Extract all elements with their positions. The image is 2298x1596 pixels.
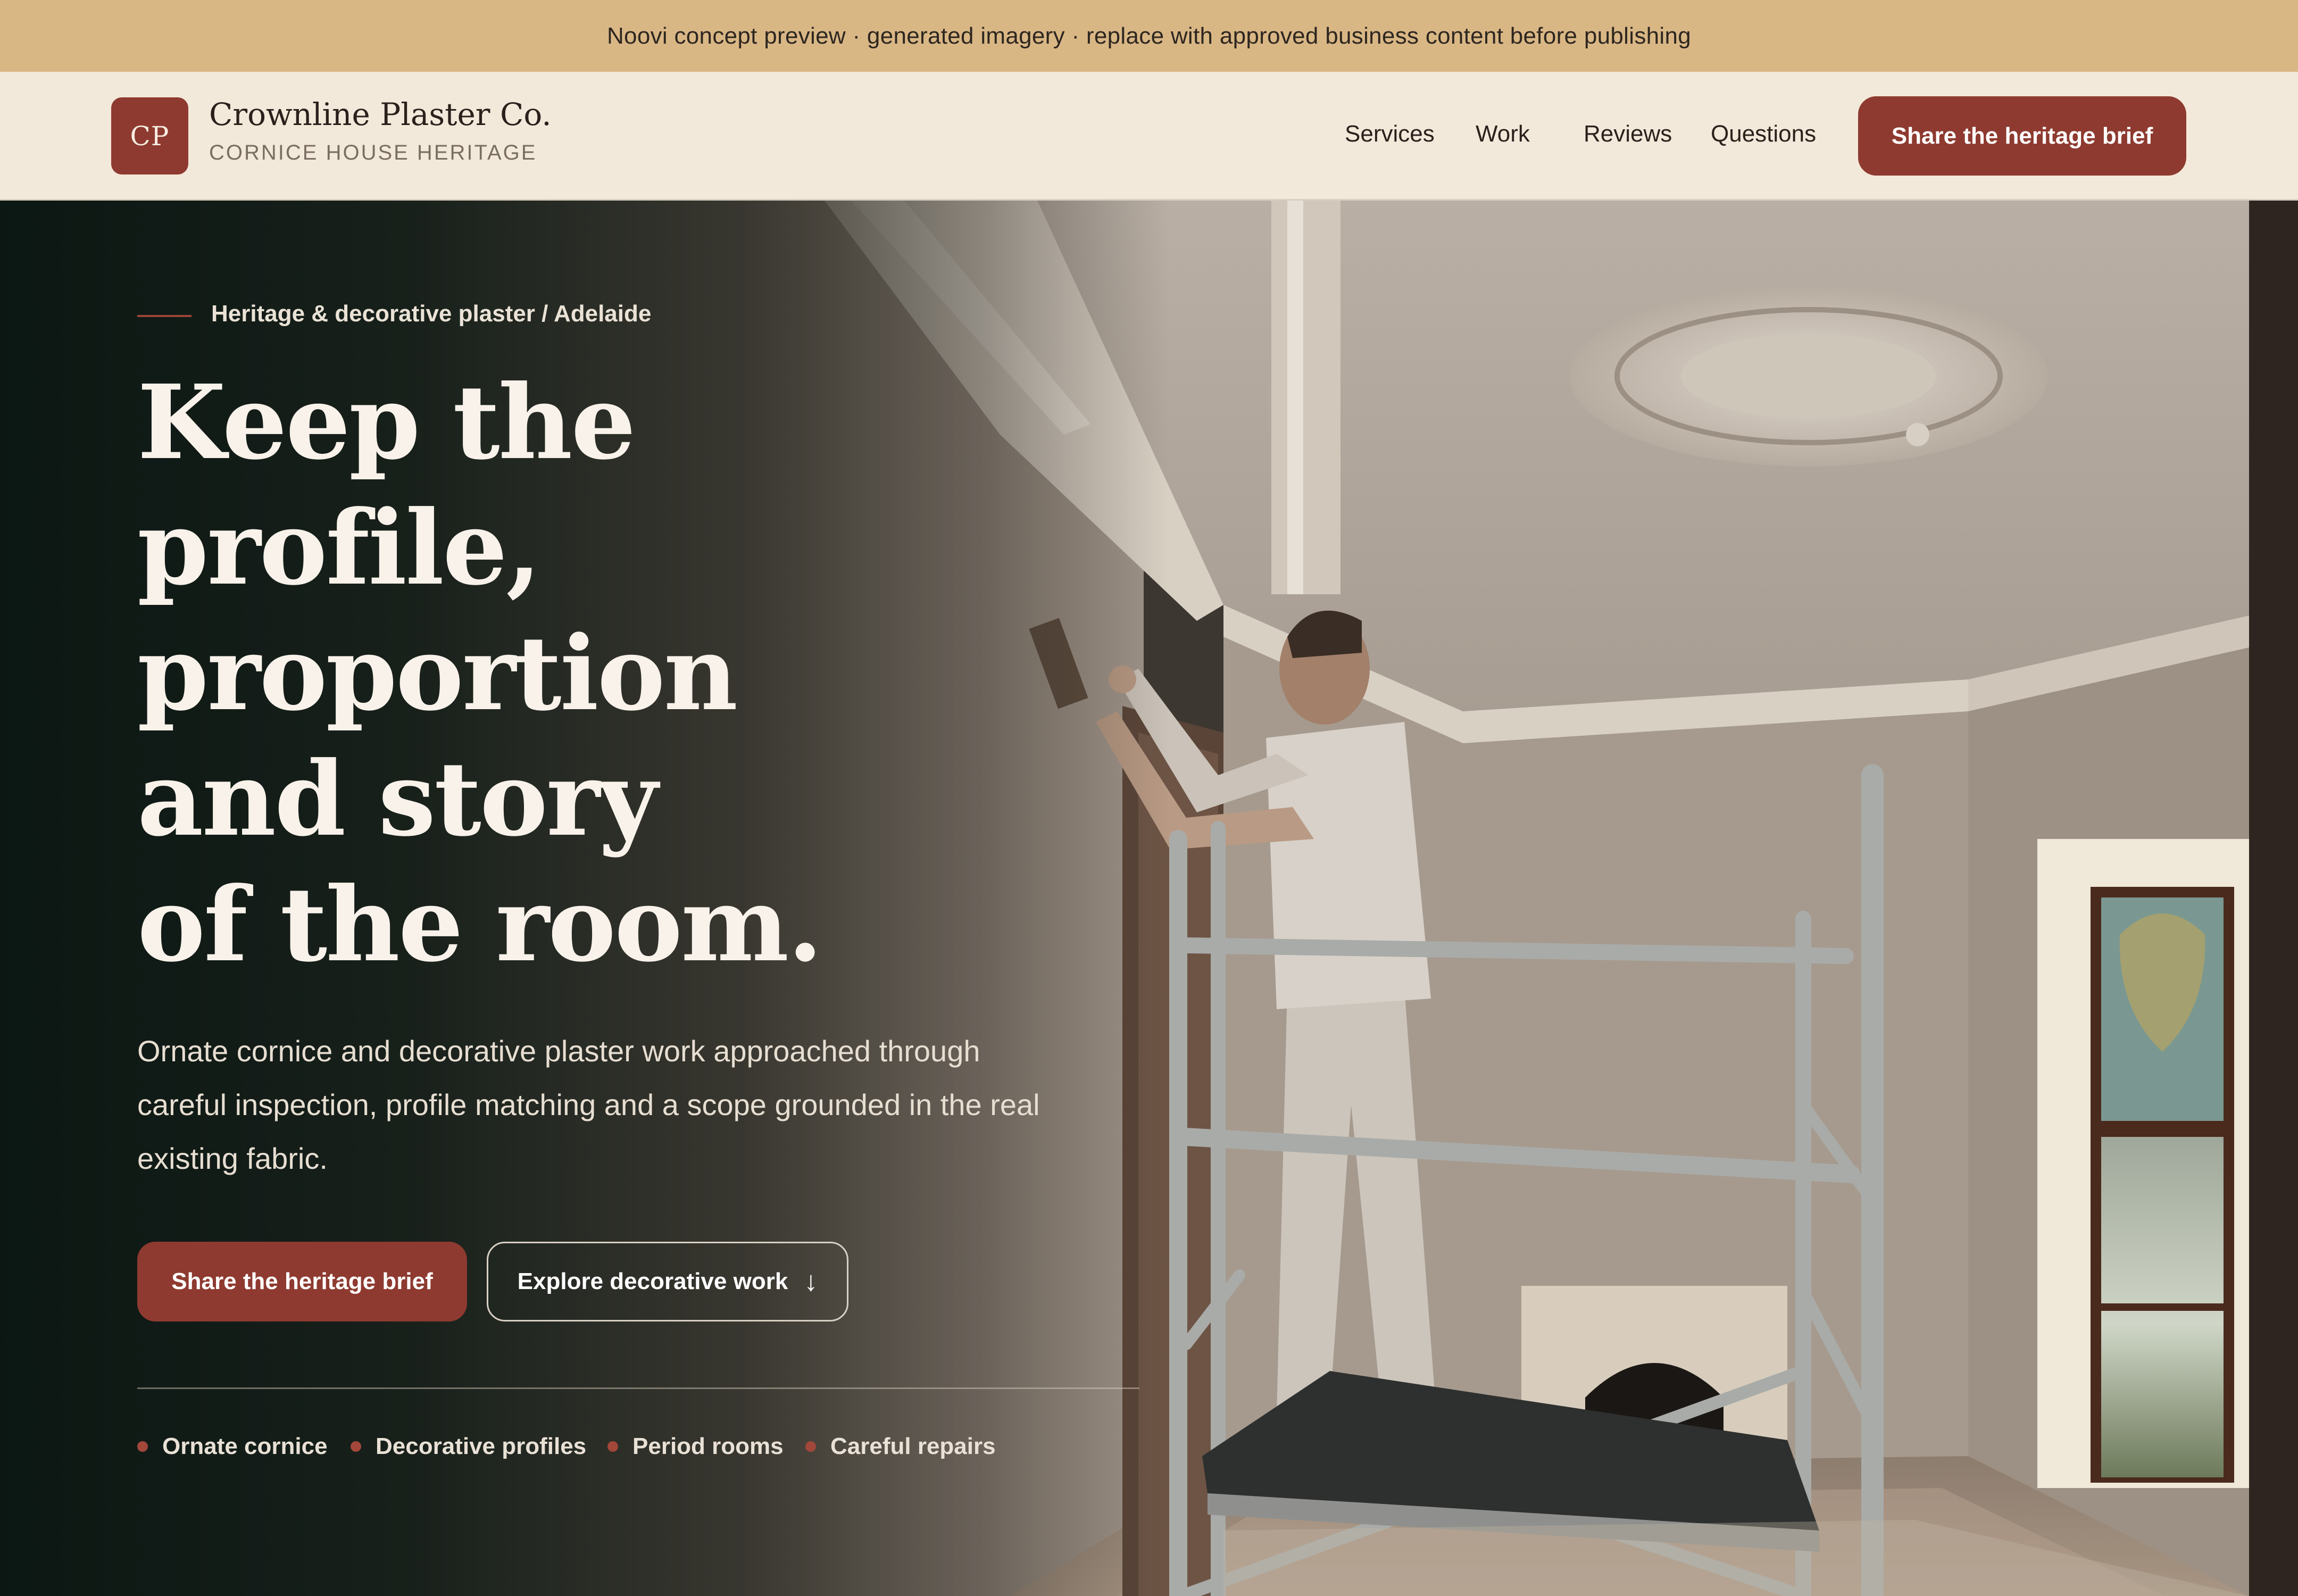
lead-line: careful inspection, profile matching and… [137, 1088, 1040, 1121]
service-tag-label: Ornate cornice [162, 1433, 328, 1459]
headline-line: proportion [137, 614, 738, 734]
headline-line: profile, [137, 488, 542, 608]
nav-link-reviews[interactable]: Reviews [1584, 121, 1672, 147]
logo-mark[interactable]: CP [111, 97, 188, 174]
hero-divider [137, 1387, 1139, 1389]
service-tag: Period rooms [607, 1433, 784, 1460]
hero-eyebrow: Heritage & decorative plaster / Adelaide [211, 301, 652, 327]
hero-share-brief-button[interactable]: Share the heritage brief [137, 1242, 467, 1321]
hero-headline: Keep the profile, proportion and story o… [137, 360, 823, 988]
hero-section: Heritage & decorative plaster / Adelaide… [0, 201, 2298, 1596]
service-tag: Decorative profiles [351, 1433, 586, 1460]
nav-link-questions[interactable]: Questions [1711, 121, 1816, 147]
headline-line: Keep the [137, 363, 636, 483]
logo-initials: CP [130, 120, 170, 152]
service-tag-label: Period rooms [632, 1433, 784, 1459]
arrow-down-icon: ↓ [804, 1266, 818, 1297]
explore-work-label: Explore decorative work [517, 1268, 788, 1294]
service-tag: Ornate cornice [137, 1433, 328, 1460]
bullet-dot-icon [805, 1441, 816, 1452]
hero-right-edge [2249, 201, 2298, 1596]
brand-tagline: CORNICE HOUSE HERITAGE [209, 141, 537, 164]
headline-line: of the room. [137, 865, 823, 985]
preview-notice-banner: Noovi concept preview · generated imager… [0, 0, 2298, 72]
hero-lead-paragraph: Ornate cornice and decorative plaster wo… [137, 1024, 1148, 1185]
bullet-dot-icon [351, 1441, 361, 1452]
service-tag-label: Careful repairs [830, 1433, 996, 1459]
nav-link-work[interactable]: Work [1476, 121, 1530, 147]
explore-work-button[interactable]: Explore decorative work ↓ [487, 1242, 848, 1321]
header-share-brief-label: Share the heritage brief [1891, 122, 2153, 149]
service-tag: Careful repairs [805, 1433, 996, 1460]
bullet-dot-icon [607, 1441, 618, 1452]
brand-name[interactable]: Crownline Plaster Co. [209, 96, 552, 132]
bullet-dot-icon [137, 1441, 148, 1452]
lead-line: existing fabric. [137, 1142, 328, 1175]
site-header: CP Crownline Plaster Co. CORNICE HOUSE H… [0, 72, 2298, 201]
eyebrow-accent-line [137, 315, 192, 317]
service-tag-label: Decorative profiles [376, 1433, 587, 1459]
header-share-brief-button[interactable]: Share the heritage brief [1858, 96, 2186, 176]
lead-line: Ornate cornice and decorative plaster wo… [137, 1034, 980, 1068]
hero-share-brief-label: Share the heritage brief [171, 1268, 433, 1294]
nav-link-services[interactable]: Services [1345, 121, 1435, 147]
preview-notice-text: Noovi concept preview · generated imager… [606, 22, 1692, 49]
headline-line: and story [137, 739, 658, 859]
